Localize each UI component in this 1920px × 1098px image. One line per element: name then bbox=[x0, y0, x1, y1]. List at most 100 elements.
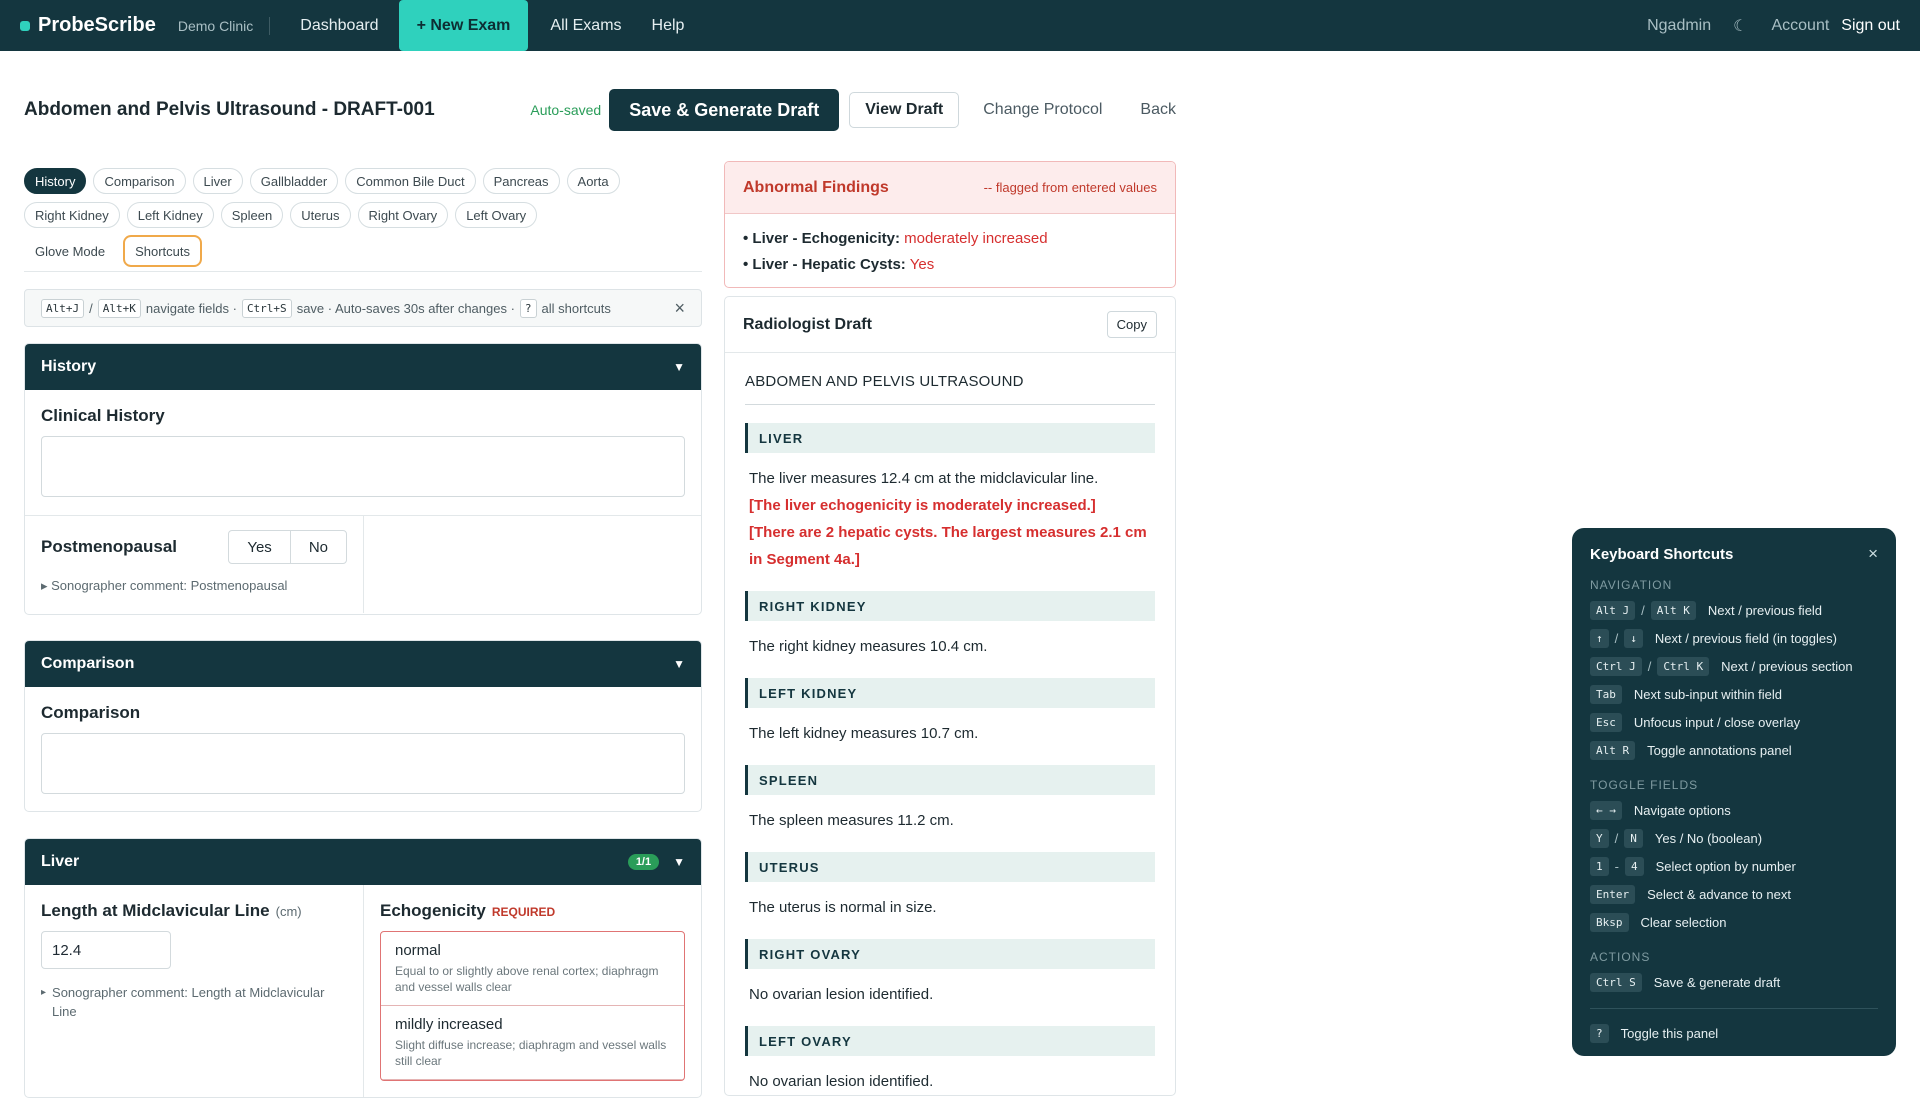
finding-value: moderately increased bbox=[904, 230, 1048, 247]
chip-left-kidney[interactable]: Left Kidney bbox=[126, 202, 214, 228]
shortcut-key: ↓ bbox=[1624, 628, 1643, 648]
report-section-header: SPLEEN bbox=[745, 765, 1155, 795]
view-draft-button[interactable]: View Draft bbox=[849, 92, 960, 128]
report-section-text: The spleen measures 11.2 cm. bbox=[749, 812, 954, 829]
chip-uterus[interactable]: Uterus bbox=[290, 202, 351, 228]
report-section-header: UTERUS bbox=[745, 852, 1155, 882]
shortcut-group-label: TOGGLE FIELDS bbox=[1590, 778, 1699, 792]
shortcut-description: Toggle annotations panel bbox=[1647, 742, 1792, 758]
shortcut-description: Next / previous field (in toggles) bbox=[1654, 630, 1837, 646]
clinic-name: Demo Clinic bbox=[177, 17, 254, 34]
liver-length-unit: (cm) bbox=[275, 904, 302, 919]
liver-card-title: Liver bbox=[41, 853, 80, 870]
comparison-card-header[interactable]: Comparison ▼ bbox=[25, 641, 701, 687]
history-card-header[interactable]: History ▼ bbox=[25, 344, 701, 390]
liver-length-comment-toggle[interactable]: ▸ Sonographer comment: Length at Midclav… bbox=[41, 983, 347, 1021]
shortcut-group-label: ACTIONS bbox=[1590, 950, 1651, 964]
finding-value: Yes bbox=[909, 256, 935, 273]
username: Ngadmin bbox=[1647, 16, 1712, 34]
chip-right-ovary[interactable]: Right Ovary bbox=[357, 202, 449, 228]
chevron-down-icon[interactable]: ▼ bbox=[673, 360, 685, 374]
shortcut-key: ← → bbox=[1590, 800, 1622, 820]
chip-gallbladder[interactable]: Gallbladder bbox=[249, 168, 339, 194]
required-badge: REQUIRED bbox=[491, 905, 556, 919]
option-description: Slight diffuse increase; diaphragm and v… bbox=[395, 1038, 667, 1068]
back-button[interactable]: Back bbox=[1140, 101, 1176, 119]
nav-divider bbox=[269, 16, 271, 35]
abnormal-findings-title: Abnormal Findings bbox=[743, 178, 889, 196]
shortcut-key: Esc bbox=[1590, 712, 1622, 732]
clinical-history-label: Clinical History bbox=[41, 406, 165, 425]
comparison-card-title: Comparison bbox=[41, 655, 135, 672]
chip-comparison[interactable]: Comparison bbox=[93, 168, 186, 194]
chip-spleen[interactable]: Spleen bbox=[220, 202, 284, 228]
chip-aorta[interactable]: Aorta bbox=[566, 168, 620, 194]
moon-icon[interactable]: ☾ bbox=[1733, 16, 1747, 36]
shortcut-key: Alt K bbox=[1650, 600, 1696, 620]
shortcut-key: 4 bbox=[1624, 856, 1644, 876]
liver-card: Liver 1/1 ▼ Length at Midclavicular Line… bbox=[24, 838, 702, 1098]
liver-length-input[interactable]: 12.4 bbox=[41, 931, 171, 969]
chip-history[interactable]: History bbox=[24, 168, 87, 194]
finding-label: • Liver - Echogenicity: bbox=[743, 230, 900, 247]
shortcuts-toggle[interactable]: Shortcuts bbox=[123, 235, 203, 267]
shortcut-key: Ctrl K bbox=[1657, 656, 1710, 676]
postmenopausal-comment-toggle[interactable]: ▸ Sonographer comment: Postmenopausal bbox=[41, 578, 347, 594]
postmenopausal-no-button[interactable]: No bbox=[289, 531, 346, 563]
copy-button[interactable]: Copy bbox=[1106, 311, 1157, 338]
nav-new-exam-button[interactable]: + New Exam bbox=[398, 0, 529, 51]
shortcut-row: Bksp Clear selection bbox=[1590, 908, 1878, 936]
chip-right-kidney[interactable]: Right Kidney bbox=[24, 202, 120, 228]
chip-liver[interactable]: Liver bbox=[192, 168, 243, 194]
echogenicity-option-mildly-increased[interactable]: mildly increased Slight diffuse increase… bbox=[381, 1006, 684, 1080]
history-card-title: History bbox=[41, 358, 97, 375]
glove-mode-toggle[interactable]: Glove Mode bbox=[24, 238, 117, 264]
abnormal-finding-item: • Liver - Echogenicity: moderately incre… bbox=[743, 226, 1157, 252]
draft-title: Radiologist Draft bbox=[743, 315, 872, 333]
shortcut-key: 1 bbox=[1590, 856, 1609, 876]
option-description: Equal to or slightly above renal cortex;… bbox=[395, 964, 659, 994]
history-card: History ▼ Clinical History Postmenopausa… bbox=[24, 343, 702, 615]
report-section-header: RIGHT OVARY bbox=[745, 939, 1155, 969]
echogenicity-label: Echogenicity bbox=[380, 901, 486, 920]
shortcut-row: Tab Next sub-input within field bbox=[1590, 680, 1878, 708]
echogenicity-option-normal[interactable]: normal Equal to or slightly above renal … bbox=[381, 932, 684, 1006]
brand[interactable]: ProbeScribe bbox=[20, 14, 156, 37]
liver-length-comment: Sonographer comment: Length at Midclavic… bbox=[52, 985, 325, 1019]
nav-help[interactable]: Help bbox=[652, 17, 685, 35]
shortcut-description: Next / previous section bbox=[1721, 658, 1853, 674]
nav-all-exams[interactable]: All Exams bbox=[550, 17, 621, 35]
shortcut-description: Navigate options bbox=[1633, 802, 1731, 818]
chip-common-bile-duct[interactable]: Common Bile Duct bbox=[345, 168, 476, 194]
postmenopausal-label: Postmenopausal bbox=[41, 537, 178, 556]
kbd-ctrl-s: Ctrl+S bbox=[241, 298, 292, 318]
account-link[interactable]: Account bbox=[1771, 17, 1829, 35]
clinical-history-input[interactable] bbox=[41, 436, 685, 497]
report-section-header: LEFT KIDNEY bbox=[745, 678, 1155, 708]
nav-dashboard[interactable]: Dashboard bbox=[300, 17, 378, 35]
chip-pancreas[interactable]: Pancreas bbox=[482, 168, 560, 194]
exam-header: Abdomen and Pelvis Ultrasound - DRAFT-00… bbox=[24, 88, 1176, 132]
shortcut-row: Esc Unfocus input / close overlay bbox=[1590, 708, 1878, 736]
flagged-sentence: [There are 2 hepatic cysts. The largest … bbox=[749, 524, 1147, 568]
autosave-status: Auto-saved bbox=[530, 102, 602, 118]
shortcut-key: N bbox=[1624, 828, 1643, 848]
change-protocol-button[interactable]: Change Protocol bbox=[983, 101, 1102, 119]
chevron-down-icon[interactable]: ▼ bbox=[673, 855, 685, 869]
echogenicity-options: normal Equal to or slightly above renal … bbox=[380, 931, 685, 1081]
shortcut-description: Select option by number bbox=[1655, 858, 1796, 874]
close-icon[interactable]: × bbox=[674, 298, 685, 319]
shortcut-key: Bksp bbox=[1590, 912, 1629, 932]
shortcut-description: Unfocus input / close overlay bbox=[1633, 714, 1801, 730]
postmenopausal-yes-button[interactable]: Yes bbox=[229, 531, 289, 563]
liver-card-header[interactable]: Liver 1/1 ▼ bbox=[25, 839, 701, 885]
chevron-down-icon[interactable]: ▼ bbox=[673, 657, 685, 671]
report-section-text: No ovarian lesion identified. bbox=[749, 1073, 934, 1090]
completion-badge: 1/1 bbox=[627, 854, 660, 870]
comparison-input[interactable] bbox=[41, 733, 685, 794]
kbd-alt-j: Alt+J bbox=[41, 298, 85, 318]
sign-out-link[interactable]: Sign out bbox=[1841, 17, 1900, 35]
close-icon[interactable]: × bbox=[1868, 544, 1878, 564]
save-generate-draft-button[interactable]: Save & Generate Draft bbox=[609, 89, 840, 131]
chip-left-ovary[interactable]: Left Ovary bbox=[455, 202, 538, 228]
